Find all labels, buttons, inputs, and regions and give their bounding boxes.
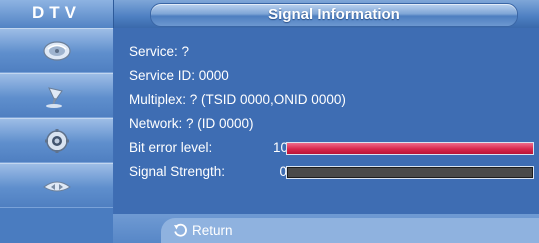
bit-error-meter-fill bbox=[287, 143, 533, 154]
gear-icon bbox=[44, 128, 69, 153]
signal-info-panel: Service: ? Service ID: 0000 Multiplex: ?… bbox=[114, 28, 539, 214]
return-label: Return bbox=[192, 223, 233, 238]
service-id-text: Service ID: 0000 bbox=[129, 68, 229, 83]
sidebar-item-input[interactable] bbox=[0, 163, 113, 208]
sidebar-item-setup[interactable] bbox=[0, 118, 113, 163]
bit-error-label: Bit error level: bbox=[129, 140, 213, 155]
return-button[interactable]: Return bbox=[173, 223, 233, 238]
mode-label: DTV bbox=[0, 0, 114, 28]
sidebar-item-channel[interactable] bbox=[0, 28, 113, 73]
top-bar: DTV Signal Information bbox=[0, 0, 539, 28]
sidebar-item-antenna[interactable] bbox=[0, 73, 113, 118]
service-text: Service: ? bbox=[129, 44, 190, 59]
signal-strength-label: Signal Strength: bbox=[129, 164, 226, 179]
satellite-dish-icon bbox=[42, 40, 71, 61]
multiplex-text: Multiplex: ? (TSID 0000,ONID 0000) bbox=[129, 92, 346, 107]
network-text: Network: ? (ID 0000) bbox=[129, 116, 254, 131]
remote-arrows-icon bbox=[42, 181, 71, 191]
antenna-icon bbox=[45, 86, 63, 108]
bit-error-meter bbox=[286, 142, 534, 155]
page-title: Signal Information bbox=[268, 6, 400, 23]
signal-information-screen: DTV Signal Information Service: ? Servic… bbox=[0, 0, 539, 243]
sidebar-menu bbox=[0, 28, 113, 243]
signal-strength-value: 0 bbox=[279, 164, 287, 179]
bottom-bar: Return bbox=[113, 214, 539, 243]
return-icon bbox=[174, 223, 187, 237]
bit-error-value: 10 bbox=[273, 140, 289, 155]
signal-strength-meter bbox=[286, 166, 534, 179]
title-bar: Signal Information bbox=[150, 3, 518, 27]
